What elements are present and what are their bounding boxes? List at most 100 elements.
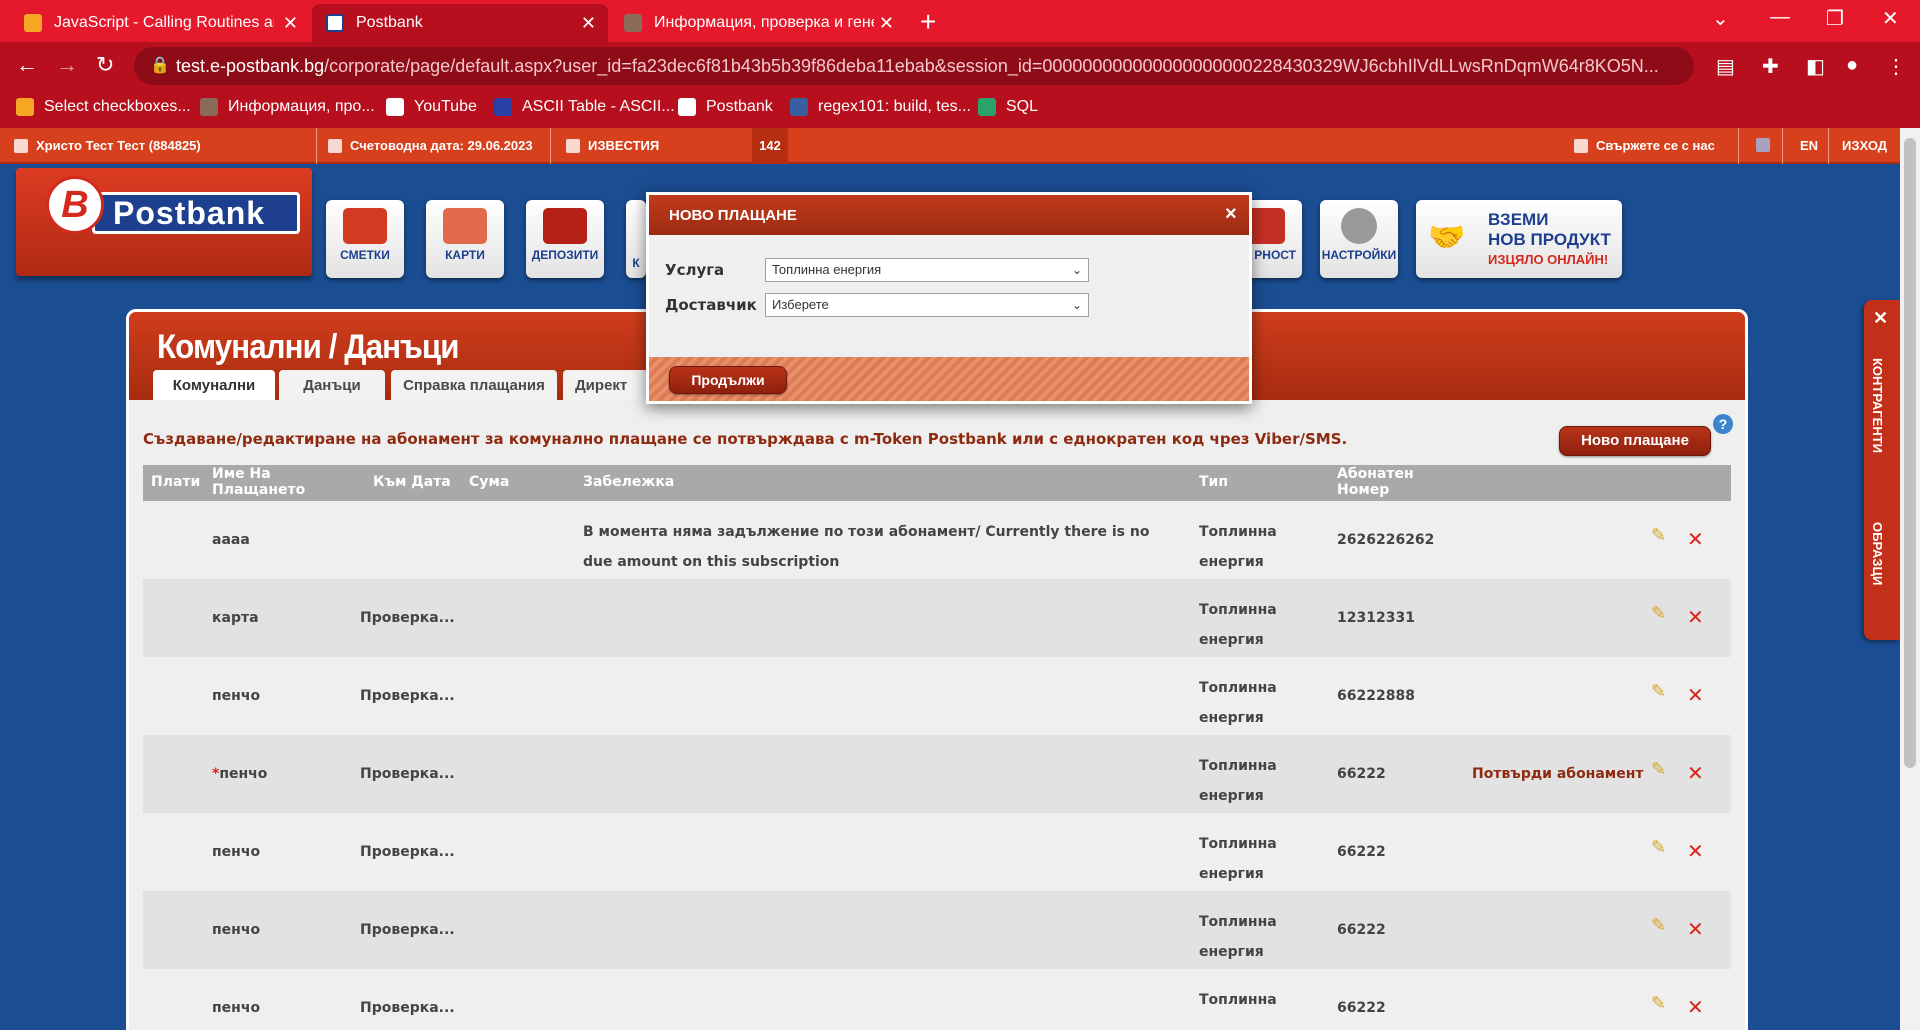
provider-selected-value: Изберете bbox=[772, 297, 829, 312]
bookmark[interactable]: YouTube bbox=[386, 98, 477, 116]
nav-cards[interactable]: КАРТИ bbox=[426, 200, 504, 278]
close-drawer-icon[interactable]: ✕ bbox=[1873, 308, 1888, 329]
col-name[interactable]: Име На Плащането bbox=[212, 466, 305, 498]
bookmark[interactable]: ASCII Table - ASCII... bbox=[494, 98, 675, 116]
reload-icon[interactable]: ↻ bbox=[96, 52, 114, 78]
news-count-badge[interactable]: 142 bbox=[752, 128, 788, 164]
table-row[interactable]: пенчо Проверка... Топлинна енергия 66222 ✎ ✕ bbox=[143, 813, 1731, 891]
bookmark-label: SQL bbox=[1006, 98, 1039, 115]
contact-link[interactable]: Свържете се с нас bbox=[1574, 138, 1715, 153]
logout-link[interactable]: ИЗХОД bbox=[1842, 138, 1887, 153]
nav-partial[interactable]: К bbox=[626, 200, 646, 278]
continue-button[interactable]: Продължи bbox=[669, 366, 787, 394]
close-icon[interactable]: × bbox=[1225, 203, 1237, 226]
payment-date: Проверка... bbox=[360, 1000, 455, 1016]
tab-title: Информация, проверка и генер bbox=[654, 14, 874, 31]
url-path: /corporate/page/default.aspx?user_id=fa2… bbox=[324, 56, 1659, 76]
delete-icon[interactable]: ✕ bbox=[1687, 605, 1704, 629]
nav-settings[interactable]: НАСТРОЙКИ bbox=[1320, 200, 1398, 278]
col-pay[interactable]: Плати bbox=[151, 474, 200, 490]
table-row[interactable]: пенчо Проверка... Топлинна енергия 66222 ✎ ✕ bbox=[143, 891, 1731, 969]
tab-payments-report[interactable]: Справка плащания bbox=[391, 370, 557, 402]
edit-icon[interactable]: ✎ bbox=[1651, 603, 1673, 624]
extensions-icon[interactable]: ✚ bbox=[1762, 54, 1779, 79]
pdf-extension-icon[interactable]: ▤ bbox=[1716, 54, 1735, 79]
postbank-favicon-icon bbox=[326, 14, 344, 32]
nav-deposits[interactable]: ДЕПОЗИТИ bbox=[526, 200, 604, 278]
menu-icon[interactable]: ⋮ bbox=[1886, 54, 1906, 79]
table-row[interactable]: пенчо Проверка... Топлинна 66222 ✎ ✕ bbox=[143, 969, 1731, 1030]
close-tab-icon[interactable]: ✕ bbox=[581, 13, 596, 34]
user-info[interactable]: Христо Тест Тест (884825) bbox=[14, 138, 201, 153]
bookmarks-bar: Select checkboxes... Информация, про... … bbox=[0, 90, 1920, 128]
tab-utilities[interactable]: Комунални bbox=[153, 370, 275, 402]
new-tab-icon[interactable]: + bbox=[920, 6, 936, 38]
tab-search-icon[interactable]: ⌄ bbox=[1712, 6, 1729, 31]
delete-icon[interactable]: ✕ bbox=[1687, 917, 1704, 941]
delete-icon[interactable]: ✕ bbox=[1687, 527, 1704, 551]
service-select[interactable]: Топлинна енергия ⌄ bbox=[765, 258, 1089, 282]
delete-icon[interactable]: ✕ bbox=[1687, 995, 1704, 1019]
col-subscriber-number[interactable]: Абонатен Номер bbox=[1337, 466, 1414, 498]
divider bbox=[1828, 128, 1829, 164]
dialog-title: НОВО ПЛАЩАНЕ bbox=[669, 207, 797, 224]
confirm-subscription-link[interactable]: Потвърди абонамент bbox=[1472, 766, 1644, 782]
bookmark[interactable]: Информация, про... bbox=[200, 98, 375, 116]
edit-icon[interactable]: ✎ bbox=[1651, 993, 1673, 1014]
back-icon[interactable]: ← bbox=[16, 52, 38, 78]
new-payment-button[interactable]: Ново плащане bbox=[1559, 426, 1711, 456]
tab-title: Postbank bbox=[356, 14, 423, 31]
browser-tab[interactable]: JavaScript - Calling Routines and ✕ bbox=[10, 4, 310, 42]
close-tab-icon[interactable]: ✕ bbox=[283, 13, 298, 34]
edit-icon[interactable]: ✎ bbox=[1651, 915, 1673, 936]
table-row[interactable]: карта Проверка... Топлинна енергия 12312331… bbox=[143, 579, 1731, 657]
news-link[interactable]: ИЗВЕСТИЯ bbox=[566, 138, 659, 153]
col-sum[interactable]: Сума bbox=[469, 474, 509, 490]
tab-taxes[interactable]: Данъци bbox=[279, 370, 385, 402]
col-note[interactable]: Забележка bbox=[583, 474, 674, 490]
delete-icon[interactable]: ✕ bbox=[1687, 761, 1704, 785]
delete-icon[interactable]: ✕ bbox=[1687, 683, 1704, 707]
browser-tab-strip: JavaScript - Calling Routines and ✕ Post… bbox=[0, 0, 1920, 42]
close-window-icon[interactable]: ✕ bbox=[1882, 6, 1899, 31]
tab-title: JavaScript - Calling Routines and bbox=[54, 14, 274, 31]
forward-icon[interactable]: → bbox=[56, 52, 78, 78]
table-row[interactable]: *пенчо Проверка... Топлинна енергия 66222 По… bbox=[143, 735, 1731, 813]
browser-tab-active[interactable]: Postbank ✕ bbox=[312, 4, 608, 42]
postbank-logo[interactable]: Postbank B bbox=[16, 168, 312, 276]
edit-icon[interactable]: ✎ bbox=[1651, 525, 1673, 546]
close-tab-icon[interactable]: ✕ bbox=[879, 13, 894, 34]
page-scrollbar[interactable] bbox=[1900, 128, 1920, 1030]
col-date[interactable]: Към Дата bbox=[373, 474, 451, 490]
address-bar[interactable]: 🔒 test.e-postbank.bg/corporate/page/defa… bbox=[134, 47, 1694, 85]
edit-icon[interactable]: ✎ bbox=[1651, 837, 1673, 858]
profile-icon[interactable]: ● bbox=[1846, 54, 1858, 77]
bookmark[interactable]: regex101: build, tes... bbox=[790, 98, 971, 116]
logo-mark: B bbox=[46, 176, 104, 234]
table-row[interactable]: пенчо Проверка... Топлинна енергия 66222888… bbox=[143, 657, 1731, 735]
restore-icon[interactable]: ❐ bbox=[1826, 6, 1844, 31]
language-switch[interactable]: EN bbox=[1800, 138, 1818, 153]
bookmark[interactable]: Postbank bbox=[678, 98, 773, 116]
browser-tab[interactable]: Информация, проверка и генер ✕ bbox=[610, 4, 906, 42]
edit-icon[interactable]: ✎ bbox=[1651, 759, 1673, 780]
nav-label: НАСТРОЙКИ bbox=[1321, 248, 1397, 262]
col-type[interactable]: Тип bbox=[1199, 474, 1228, 490]
help-book-icon[interactable] bbox=[1756, 138, 1778, 152]
bookmark[interactable]: SQL bbox=[978, 98, 1038, 116]
bookmark[interactable]: Select checkboxes... bbox=[16, 98, 191, 116]
side-panel-icon[interactable]: ◧ bbox=[1806, 54, 1825, 79]
tab-direct[interactable]: Директ bbox=[563, 370, 649, 402]
provider-select[interactable]: Изберете ⌄ bbox=[765, 293, 1089, 317]
scrollbar-thumb[interactable] bbox=[1904, 138, 1916, 768]
edit-icon[interactable]: ✎ bbox=[1651, 681, 1673, 702]
favicon-icon bbox=[24, 14, 42, 32]
nav-accounts[interactable]: СМЕТКИ bbox=[326, 200, 404, 278]
help-icon[interactable]: ? bbox=[1713, 414, 1733, 434]
minimize-icon[interactable]: — bbox=[1770, 6, 1790, 29]
new-product-banner[interactable]: 🤝 ВЗЕМИ НОВ ПРОДУКТ ИЗЦЯЛО ОНЛАЙН! bbox=[1416, 200, 1622, 278]
table-row[interactable]: aaaa В момента няма задължение по този аб… bbox=[143, 501, 1731, 579]
templates-tab[interactable]: ОБРАЗЦИ bbox=[1870, 522, 1885, 585]
delete-icon[interactable]: ✕ bbox=[1687, 839, 1704, 863]
contractors-tab[interactable]: КОНТРАГЕНТИ bbox=[1870, 358, 1885, 453]
